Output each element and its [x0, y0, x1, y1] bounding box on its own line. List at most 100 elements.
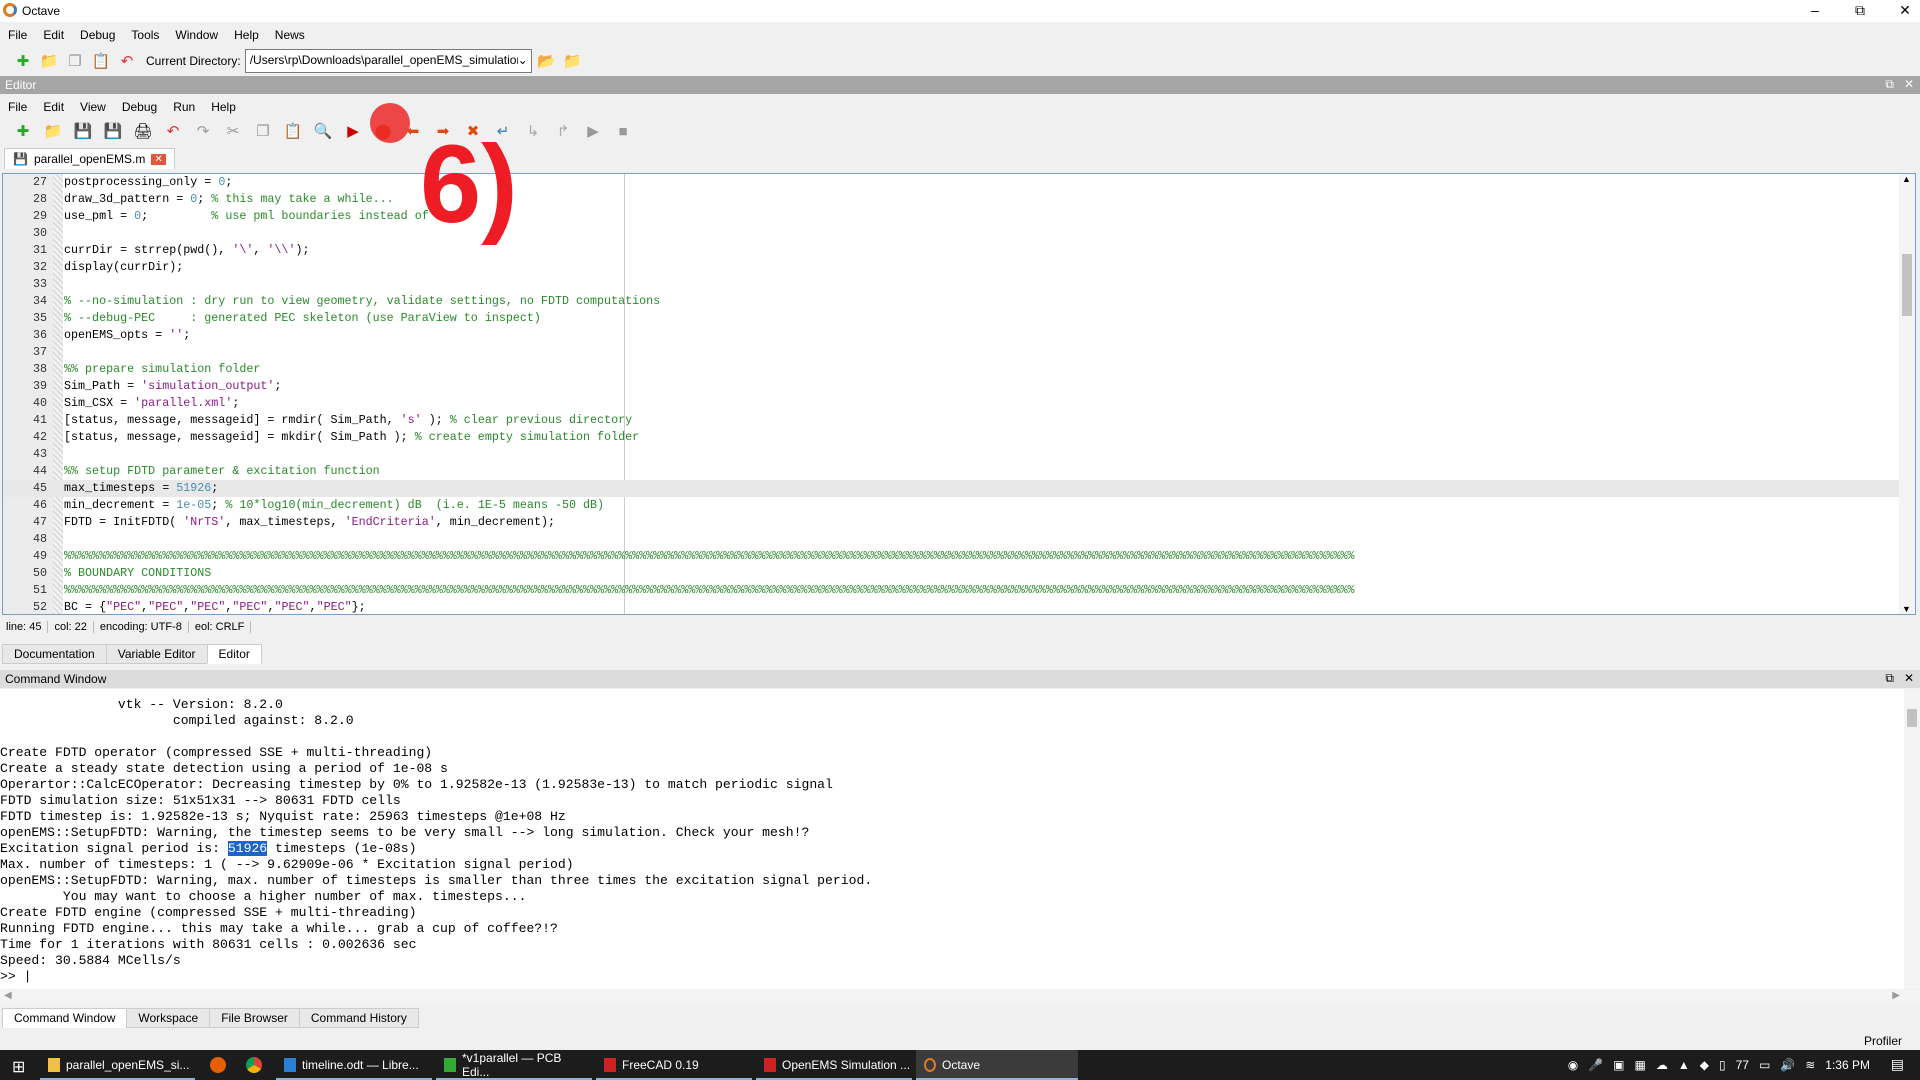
browse-folder-icon[interactable]: 📁	[562, 50, 584, 72]
microphone-icon[interactable]: 🎤	[1588, 1058, 1603, 1072]
redo-icon[interactable]: ↷	[192, 120, 214, 142]
save-as-icon[interactable]: 💾	[102, 120, 124, 142]
clock[interactable]: 1:36 PM	[1825, 1058, 1870, 1072]
tab-workspace[interactable]: Workspace	[126, 1007, 211, 1028]
tab-command-window[interactable]: Command Window	[2, 1007, 128, 1028]
battery-icon[interactable]: ▭	[1759, 1058, 1770, 1072]
taskbar-item-libreoffice[interactable]: timeline.odt — Libre...	[276, 1050, 432, 1080]
paste-icon[interactable]: 📋	[282, 120, 304, 142]
code-line[interactable]: 47 FDTD = InitFDTD( 'NrTS', max_timesteps…	[3, 514, 1915, 531]
code-line[interactable]: 40 Sim_CSX = 'parallel.xml';	[3, 395, 1915, 412]
open-file-icon[interactable]: 📁	[42, 120, 64, 142]
cloud-icon[interactable]: ☁	[1656, 1058, 1668, 1072]
code-line[interactable]: 27 postprocessing_only = 0;	[3, 174, 1915, 191]
code-line[interactable]: 46 min_decrement = 1e-05; % 10*log10(min_…	[3, 497, 1915, 514]
code-line[interactable]: 38 %% prepare simulation folder	[3, 361, 1915, 378]
editor-menu-edit[interactable]: Edit	[35, 100, 72, 114]
menu-file[interactable]: File	[0, 28, 35, 42]
taskbar-item-freecad[interactable]: FreeCAD 0.19	[596, 1050, 752, 1080]
undo-icon[interactable]: ↶	[116, 50, 138, 72]
command-window-output[interactable]: vtk -- Version: 8.2.0 compiled against: …	[0, 689, 1920, 989]
editor-menu-run[interactable]: Run	[165, 100, 203, 114]
drive-icon[interactable]: ▲	[1678, 1058, 1690, 1072]
code-line[interactable]: 39 Sim_Path = 'simulation_output';	[3, 378, 1915, 395]
tab-command-history[interactable]: Command History	[298, 1007, 419, 1028]
chevron-down-icon[interactable]: ⌄	[517, 53, 528, 67]
paste-icon[interactable]: 📋	[90, 50, 112, 72]
editor-menu-file[interactable]: File	[0, 100, 35, 114]
code-line[interactable]: 31 currDir = strrep(pwd(), '\', '\\');	[3, 242, 1915, 259]
tab-variable-editor[interactable]: Variable Editor	[105, 643, 208, 664]
code-line[interactable]: 41 [status, message, messageid] = rmdir( …	[3, 412, 1915, 429]
profiler-status[interactable]: Profiler	[1864, 1034, 1902, 1048]
close-command-window-icon[interactable]: ✕	[1904, 671, 1914, 685]
minimize-button[interactable]: –	[1800, 2, 1830, 18]
open-folder-icon[interactable]: 📁	[38, 50, 60, 72]
close-tab-icon[interactable]: ✕	[151, 153, 166, 165]
parent-directory-icon[interactable]: 📂	[536, 50, 558, 72]
menu-edit[interactable]: Edit	[35, 28, 72, 42]
tray-icon[interactable]: ▣	[1613, 1058, 1624, 1072]
taskbar-item-pcb-editor[interactable]: *v1parallel — PCB Edi...	[436, 1050, 592, 1080]
volume-icon[interactable]: 🔊	[1780, 1058, 1795, 1072]
restore-button[interactable]: ⧉	[1845, 2, 1875, 19]
firefox-icon[interactable]	[210, 1057, 226, 1073]
new-script-icon[interactable]: ✚	[12, 50, 34, 72]
code-line[interactable]: 30	[3, 225, 1915, 242]
chrome-icon[interactable]	[246, 1057, 262, 1073]
code-line[interactable]: 50 % BOUNDARY CONDITIONS	[3, 565, 1915, 582]
copy-icon[interactable]: ❐	[252, 120, 274, 142]
code-line[interactable]: 32 display(currDir);	[3, 259, 1915, 276]
menu-news[interactable]: News	[267, 28, 313, 42]
save-icon[interactable]: 💾	[72, 120, 94, 142]
tray-icon[interactable]: ▯	[1719, 1058, 1726, 1072]
tray-icon[interactable]: ◆	[1700, 1058, 1709, 1072]
menu-debug[interactable]: Debug	[72, 28, 123, 42]
code-line[interactable]: 34 % --no-simulation : dry run to view ge…	[3, 293, 1915, 310]
tab-documentation[interactable]: Documentation	[2, 643, 107, 664]
undo-icon[interactable]: ↶	[162, 120, 184, 142]
tray-icon[interactable]: ◉	[1568, 1058, 1578, 1072]
taskbar-item-octave[interactable]: Octave	[916, 1050, 1078, 1080]
undock-icon[interactable]: ⧉	[1885, 77, 1894, 92]
tray-icon[interactable]: ▦	[1635, 1058, 1646, 1072]
tab-editor[interactable]: Editor	[206, 643, 262, 664]
code-line[interactable]: 29 use_pml = 0; % use pml boundaries inst…	[3, 208, 1915, 225]
editor-menu-view[interactable]: View	[72, 100, 114, 114]
copy-icon[interactable]: ❐	[64, 50, 86, 72]
code-line[interactable]: 49%%%%%%%%%%%%%%%%%%%%%%%%%%%%%%%%%%%%%%…	[3, 548, 1915, 565]
cut-icon[interactable]: ✂	[222, 120, 244, 142]
command-scrollbar[interactable]	[1904, 689, 1920, 989]
taskbar-item-file[interactable]: parallel_openEMS_si...	[40, 1050, 195, 1080]
code-line[interactable]: 44 %% setup FDTD parameter & excitation f…	[3, 463, 1915, 480]
tab-parallel-openems[interactable]: 💾 parallel_openEMS.m ✕	[4, 148, 175, 169]
code-line[interactable]: 35 % --debug-PEC : generated PEC skeleton…	[3, 310, 1915, 327]
undock-icon[interactable]: ⧉	[1885, 671, 1894, 686]
editor-menu-help[interactable]: Help	[203, 100, 244, 114]
command-horizontal-scrollbar[interactable]: ◀ ▶	[0, 990, 1920, 1003]
code-line[interactable]: 36 openEMS_opts = '';	[3, 327, 1915, 344]
notifications-icon[interactable]: ▤	[1891, 1056, 1904, 1073]
windows-start-icon[interactable]: ⊞	[12, 1057, 25, 1077]
code-line[interactable]: 37	[3, 344, 1915, 361]
menu-help[interactable]: Help	[226, 28, 267, 42]
taskbar-item-openems[interactable]: OpenEMS Simulation ...	[756, 1050, 912, 1080]
menu-window[interactable]: Window	[167, 28, 226, 42]
tab-file-browser[interactable]: File Browser	[209, 1007, 300, 1028]
current-directory-input[interactable]: /Users\rp\Downloads\parallel_openEMS_sim…	[244, 49, 532, 73]
run-icon[interactable]: ▶	[342, 120, 364, 142]
close-editor-icon[interactable]: ✕	[1904, 77, 1914, 91]
code-line[interactable]: 45 max_timesteps = 51926;	[3, 480, 1915, 497]
code-line[interactable]: 33	[3, 276, 1915, 293]
menu-tools[interactable]: Tools	[123, 28, 167, 42]
code-line[interactable]: 42 [status, message, messageid] = mkdir( …	[3, 429, 1915, 446]
code-editor[interactable]: 27 postprocessing_only = 0; 28 draw_3d_patt…	[2, 173, 1916, 615]
find-icon[interactable]: 🔍	[312, 120, 334, 142]
editor-menu-debug[interactable]: Debug	[114, 100, 165, 114]
code-line[interactable]: 43	[3, 446, 1915, 463]
print-icon[interactable]: 🖨	[132, 120, 154, 142]
wifi-icon[interactable]: ≋	[1805, 1058, 1815, 1072]
new-file-icon[interactable]: ✚	[12, 120, 34, 142]
step-in-icon[interactable]: ↳	[522, 120, 544, 142]
editor-scrollbar[interactable]: ▲ ▼	[1899, 174, 1915, 614]
